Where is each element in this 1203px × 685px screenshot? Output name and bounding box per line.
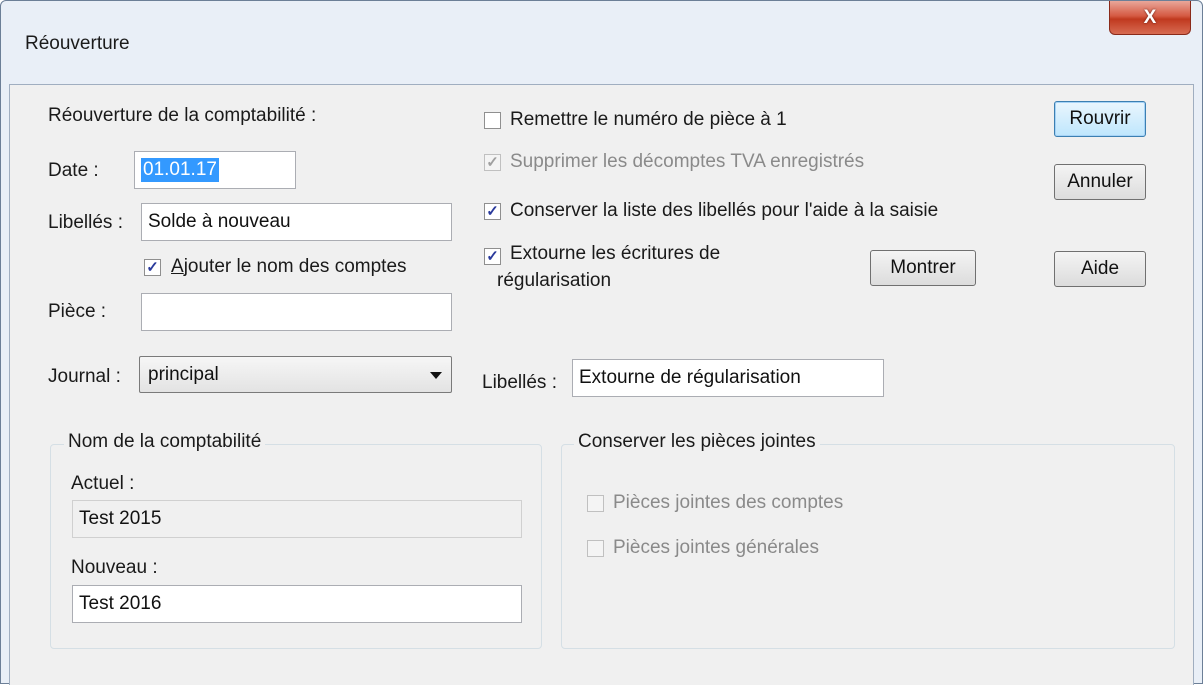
title-bar[interactable]: Réouverture X	[1, 1, 1202, 84]
close-button[interactable]: X	[1109, 1, 1191, 35]
date-label: Date :	[48, 160, 99, 181]
dialog-window: Réouverture X Réouverture de la comptabi…	[0, 0, 1203, 685]
checkmark-icon: ✓	[486, 203, 499, 220]
dialog-body: Réouverture de la comptabilité : Date : …	[9, 84, 1194, 685]
add-account-names-label[interactable]: Ajouter le nom des comptes	[171, 256, 407, 278]
reverse-libelles-field[interactable]: Extourne de régularisation	[572, 359, 884, 397]
reopen-button[interactable]: Rouvrir	[1054, 101, 1146, 137]
date-value: 01.01.17	[141, 158, 219, 182]
keep-labels-checkbox[interactable]: ✓	[484, 203, 501, 220]
delete-vat-checkbox[interactable]: ✓	[484, 154, 501, 171]
reopen-button-label: Rouvrir	[1069, 108, 1131, 129]
current-name-value: Test 2015	[79, 508, 162, 529]
reopen-section-label: Réouverture de la comptabilité :	[48, 105, 317, 126]
account-attachments-checkbox[interactable]	[587, 495, 604, 512]
checkmark-icon: ✓	[486, 248, 499, 265]
checkmark-icon: ✓	[486, 154, 499, 171]
piece-field[interactable]	[141, 293, 452, 331]
general-attachments-checkbox[interactable]	[587, 540, 604, 557]
cancel-button-label: Annuler	[1067, 171, 1133, 192]
delete-vat-label: Supprimer les décomptes TVA enregistrés	[510, 151, 865, 172]
checkmark-icon: ✓	[146, 259, 159, 276]
reverse-libelles-value: Extourne de régularisation	[579, 367, 801, 388]
close-icon: X	[1143, 6, 1157, 28]
reverse-entries-label-line1[interactable]: Extourne les écritures de	[510, 243, 720, 265]
new-name-label: Nouveau :	[71, 557, 158, 578]
libelles-label: Libellés :	[48, 212, 123, 233]
date-field[interactable]: 01.01.17	[134, 151, 296, 189]
reverse-entries-label-line2[interactable]: régularisation	[497, 270, 611, 292]
libelles-value: Solde à nouveau	[148, 211, 291, 232]
journal-dropdown[interactable]: principal	[139, 356, 452, 393]
journal-value: principal	[148, 363, 219, 385]
chevron-down-icon	[430, 372, 442, 379]
reverse-entries-checkbox[interactable]: ✓	[484, 248, 501, 265]
libelles-field[interactable]: Solde à nouveau	[141, 203, 452, 241]
reverse-libelles-label: Libellés :	[482, 372, 557, 393]
journal-label: Journal :	[48, 366, 121, 387]
reset-piece-number-label[interactable]: Remettre le numéro de pièce à 1	[510, 109, 787, 131]
new-name-value: Test 2016	[79, 593, 162, 614]
show-button[interactable]: Montrer	[870, 250, 976, 286]
reset-piece-number-checkbox[interactable]	[484, 112, 501, 129]
help-button-label: Aide	[1080, 258, 1120, 279]
keep-labels-label[interactable]: Conserver la liste des libellés pour l'a…	[510, 200, 938, 222]
accounting-name-group-title: Nom de la comptabilité	[64, 431, 266, 453]
new-name-field[interactable]: Test 2016	[72, 585, 522, 623]
general-attachments-label: Pièces jointes générales	[613, 537, 819, 558]
show-button-label: Montrer	[890, 257, 956, 278]
add-account-names-checkbox[interactable]: ✓	[144, 259, 161, 276]
current-name-field: Test 2015	[72, 500, 522, 538]
attachments-group-title: Conserver les pièces jointes	[574, 431, 820, 453]
piece-label: Pièce :	[48, 301, 107, 322]
current-name-label: Actuel :	[71, 473, 135, 494]
window-title: Réouverture	[25, 33, 130, 54]
account-attachments-label: Pièces jointes des comptes	[613, 492, 844, 513]
cancel-button[interactable]: Annuler	[1054, 164, 1146, 200]
help-button[interactable]: Aide	[1054, 251, 1146, 287]
